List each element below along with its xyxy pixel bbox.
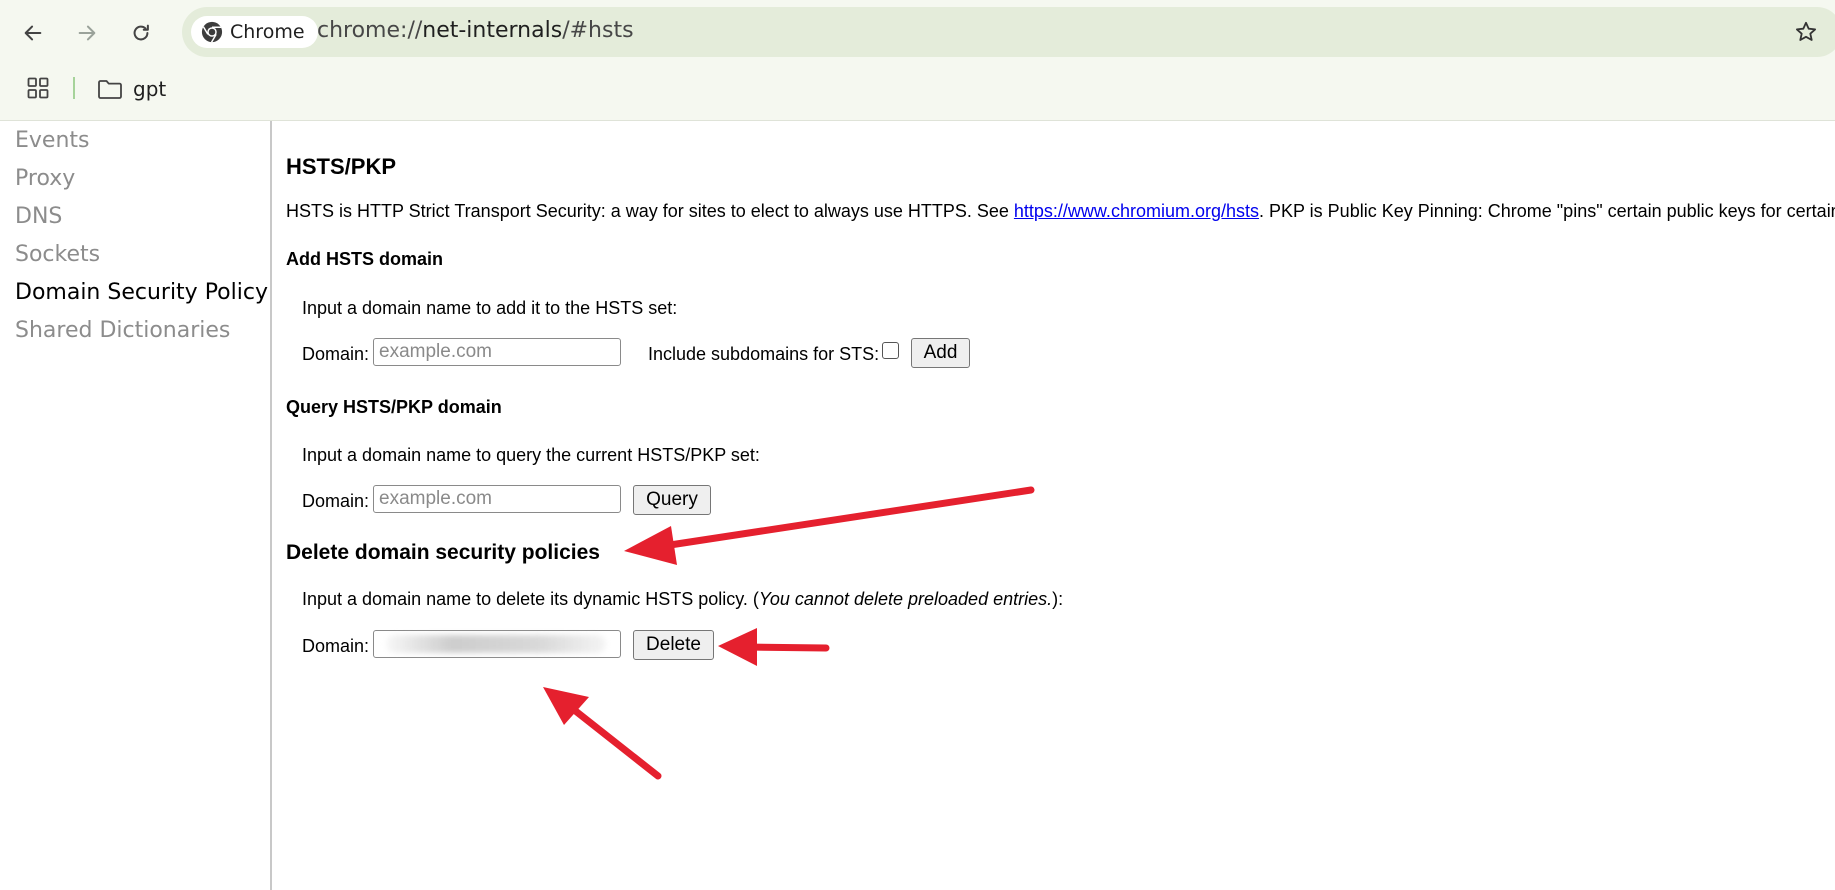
add-hsts-heading: Add HSTS domain <box>286 249 443 269</box>
delete-instruction-end: ): <box>1052 589 1064 609</box>
address-bar[interactable]: Chrome chrome://net-internals/#hsts <box>182 7 1835 57</box>
bookmark-folder-gpt[interactable]: gpt <box>97 74 166 104</box>
include-subdomains-label: Include subdomains for STS: <box>648 344 880 364</box>
query-hsts-instruction: Input a domain name to query the current… <box>302 445 760 465</box>
hsts-panel: HSTS/PKP HSTS is HTTP Strict Transport S… <box>286 121 1835 890</box>
net-internals-sidebar: Events Proxy DNS Sockets Domain Security… <box>0 121 272 890</box>
forward-button[interactable] <box>70 16 104 50</box>
add-hsts-instruction: Input a domain name to add it to the HST… <box>302 298 678 318</box>
delete-instruction-text: Input a domain name to delete its dynami… <box>302 589 759 609</box>
folder-icon <box>98 80 122 99</box>
bookmarks-bar <box>0 65 1835 121</box>
sidebar-item-domain-security-policy[interactable]: Domain Security Policy <box>15 280 268 305</box>
query-button[interactable]: Query <box>633 485 711 515</box>
query-hsts-heading: Query HSTS/PKP domain <box>286 397 502 417</box>
url-text[interactable]: chrome://net-internals/#hsts <box>317 18 634 43</box>
url-prefix: chrome:// <box>317 18 423 43</box>
forward-arrow-icon <box>78 25 96 41</box>
bookmark-star-icon[interactable] <box>1794 20 1818 44</box>
chromium-hsts-link[interactable]: https://www.chromium.org/hsts <box>1014 201 1259 221</box>
description-text: HSTS is HTTP Strict Transport Security: … <box>286 201 1014 221</box>
sidebar-item-shared-dictionaries[interactable]: Shared Dictionaries <box>15 318 230 343</box>
apps-grid-icon[interactable] <box>26 76 50 100</box>
sidebar-item-events[interactable]: Events <box>15 128 90 153</box>
delete-policies-heading: Delete domain security policies <box>286 541 600 564</box>
delete-domain-input[interactable] <box>373 630 621 658</box>
browser-toolbar: Chrome chrome://net-internals/#hsts <box>0 0 1835 65</box>
add-button[interactable]: Add <box>911 338 970 368</box>
reload-icon <box>133 24 149 41</box>
sidebar-item-proxy[interactable]: Proxy <box>15 166 75 191</box>
delete-button[interactable]: Delete <box>633 630 714 660</box>
sidebar-item-sockets[interactable]: Sockets <box>15 242 100 267</box>
bookmark-label: gpt <box>133 77 167 101</box>
bookmarks-divider <box>73 77 75 99</box>
include-subdomains-checkbox[interactable] <box>882 342 899 359</box>
redacted-domain-text <box>386 635 606 653</box>
page-title: HSTS/PKP <box>286 154 397 179</box>
url-host: net-internals <box>422 18 563 43</box>
add-domain-label: Domain: <box>302 344 370 364</box>
reload-button[interactable] <box>124 16 158 50</box>
url-suffix: /#hsts <box>562 18 634 43</box>
description-text-cont: . PKP is Public Key Pinning: Chrome "pin… <box>1258 201 1835 221</box>
site-info-chip[interactable]: Chrome <box>191 16 318 48</box>
chrome-logo-icon <box>201 21 223 43</box>
delete-instruction-note: You cannot delete preloaded entries. <box>758 589 1053 609</box>
query-domain-label: Domain: <box>302 491 370 511</box>
sidebar-item-dns[interactable]: DNS <box>15 204 62 229</box>
back-arrow-icon <box>24 25 42 41</box>
hsts-description: HSTS is HTTP Strict Transport Security: … <box>286 201 1835 222</box>
back-button[interactable] <box>16 16 50 50</box>
add-domain-input[interactable] <box>373 338 621 366</box>
delete-domain-label: Domain: <box>302 636 370 656</box>
query-domain-input[interactable] <box>373 485 621 513</box>
delete-instruction: Input a domain name to delete its dynami… <box>302 589 1063 610</box>
site-info-label: Chrome <box>230 21 305 43</box>
